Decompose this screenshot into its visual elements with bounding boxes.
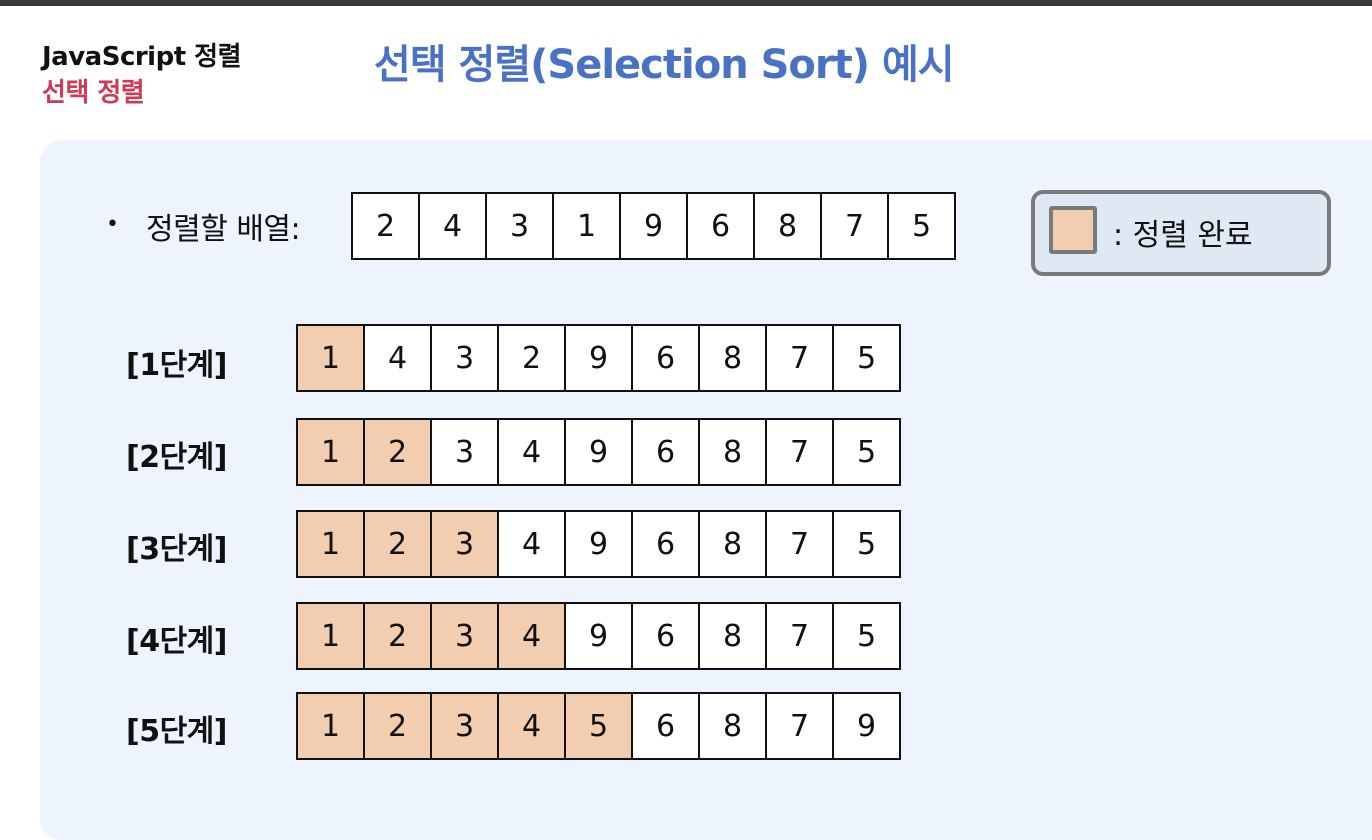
step-label: [1단계] [126,348,228,383]
array-cell: 2 [499,324,566,392]
array-cell: 7 [767,510,834,578]
array-cell: 5 [889,192,956,260]
array-cell: 6 [633,324,700,392]
array-cell: 1 [298,510,365,578]
array-cell: 8 [700,692,767,760]
step-label: [2단계] [126,440,228,475]
array-cell: 8 [755,192,822,260]
array-cell: 4 [499,602,566,670]
array-cell: 2 [365,418,432,486]
array-cell: 4 [499,418,566,486]
array-cell: 9 [566,418,633,486]
array-cell: 8 [700,510,767,578]
array-cell: 1 [298,692,365,760]
array-cell: 9 [566,510,633,578]
step-label: [5단계] [126,714,228,749]
array-cell: 9 [566,324,633,392]
array-cell: 8 [700,418,767,486]
step-1-array: 1 4 3 2 9 6 8 7 5 [296,324,901,392]
array-cell: 8 [700,324,767,392]
top-bar [0,0,1372,6]
step-3-array: 1 2 3 4 9 6 8 7 5 [296,510,901,578]
topic-title: 선택 정렬 [42,78,145,108]
array-cell: 6 [633,692,700,760]
step-5-array: 1 2 3 4 5 6 8 7 9 [296,692,901,760]
array-cell: 9 [621,192,688,260]
array-cell: 7 [822,192,889,260]
array-cell: 3 [432,510,499,578]
array-cell: 2 [365,602,432,670]
step-4-array: 1 2 3 4 9 6 8 7 5 [296,602,901,670]
step-label: [3단계] [126,532,228,567]
array-cell: 7 [767,602,834,670]
array-cell: 9 [566,602,633,670]
array-cell: 2 [365,692,432,760]
array-cell: 2 [365,510,432,578]
array-cell: 4 [420,192,487,260]
array-cell: 6 [633,418,700,486]
input-array-label: 정렬할 배열: [146,212,301,247]
array-cell: 4 [499,510,566,578]
array-cell: 1 [554,192,621,260]
array-cell: 4 [499,692,566,760]
array-cell: 5 [834,418,901,486]
step-2-array: 1 2 3 4 9 6 8 7 5 [296,418,901,486]
step-label: [4단계] [126,624,228,659]
array-cell: 8 [700,602,767,670]
array-cell: 6 [633,510,700,578]
array-cell: 3 [432,324,499,392]
array-cell: 3 [487,192,554,260]
legend-label: : 정렬 완료 [1113,218,1253,253]
array-cell: 1 [298,418,365,486]
array-cell: 3 [432,692,499,760]
array-cell: 5 [834,510,901,578]
array-cell: 7 [767,324,834,392]
slide-title: 선택 정렬(Selection Sort) 예시 [374,42,955,88]
array-cell: 6 [633,602,700,670]
array-cell: 3 [432,418,499,486]
input-array: 2 4 3 1 9 6 8 7 5 [351,192,956,260]
array-cell: 4 [365,324,432,392]
legend: : 정렬 완료 [1031,190,1331,276]
bullet-marker: • [106,212,119,237]
array-cell: 7 [767,692,834,760]
array-cell: 3 [432,602,499,670]
array-cell: 9 [834,692,901,760]
array-cell: 1 [298,602,365,670]
array-cell: 7 [767,418,834,486]
course-title: JavaScript 정렬 [42,42,242,72]
legend-swatch [1049,206,1097,254]
array-cell: 5 [834,602,901,670]
array-cell: 1 [298,324,365,392]
array-cell: 2 [353,192,420,260]
array-cell: 5 [834,324,901,392]
array-cell: 5 [566,692,633,760]
array-cell: 6 [688,192,755,260]
